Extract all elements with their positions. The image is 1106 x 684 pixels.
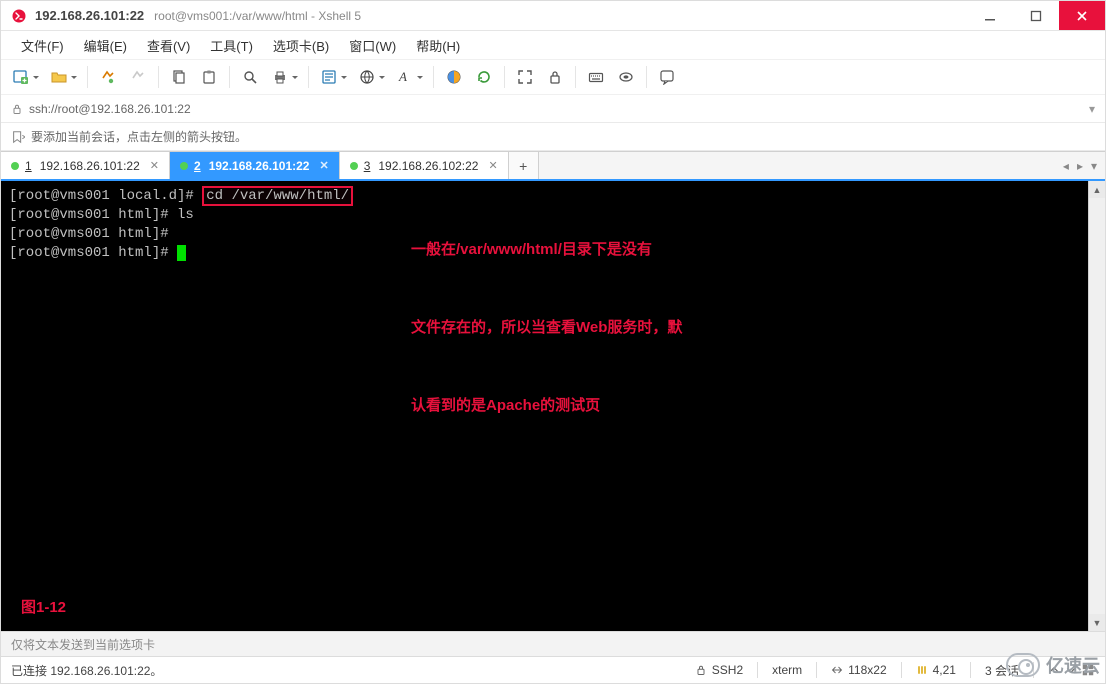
disconnect-button[interactable] [124,63,152,91]
annotation-text: 一般在/var/www/html/目录下是没有 文件存在的，所以当查看Web服务… [411,185,682,471]
tab-number: 2 [194,159,201,173]
refresh-button[interactable] [470,63,498,91]
tab-number: 1 [25,159,32,173]
properties-button[interactable] [315,63,351,91]
new-session-button[interactable] [7,63,43,91]
menu-edit[interactable]: 编辑(E) [74,32,137,59]
tab-session-2[interactable]: 2 192.168.26.101:22 ✕ [170,152,340,179]
toolbar-separator [87,66,88,88]
cursor-pos-icon [916,664,928,676]
paste-button[interactable] [195,63,223,91]
new-tab-button[interactable]: + [509,152,539,179]
tab-bar: 1 192.168.26.101:22 ✕ 2 192.168.26.101:2… [1,151,1105,181]
find-button[interactable] [236,63,264,91]
svg-text:A: A [398,69,407,84]
status-cursor-pos: 4,21 [933,663,956,677]
menu-tools[interactable]: 工具(T) [200,32,263,59]
tab-label: 192.168.26.101:22 [209,159,310,173]
compose-placeholder: 仅将文本发送到当前选项卡 [11,638,155,652]
terminal[interactable]: [root@vms001 local.d]# cd /var/www/html/… [1,181,1088,631]
address-url: ssh://root@192.168.26.101:22 [29,102,191,116]
watermark-logo-icon [1006,653,1040,677]
reconnect-button[interactable] [94,63,122,91]
tab-label: 192.168.26.101:22 [40,159,140,173]
tab-close-icon[interactable]: ✕ [488,159,497,172]
minimize-button[interactable] [967,1,1013,30]
lock-icon [11,103,23,115]
toolbar-separator [433,66,434,88]
size-icon [831,664,843,676]
maximize-button[interactable] [1013,1,1059,30]
term-line: [root@vms001 html]# [9,245,177,261]
status-dot-icon [11,162,19,170]
status-protocol: SSH2 [712,663,743,677]
menu-window[interactable]: 窗口(W) [339,32,406,59]
term-highlighted-command: cd /var/www/html/ [202,186,353,206]
address-dropdown-icon[interactable]: ▾ [1089,102,1095,116]
toolbar: A [1,59,1105,95]
hint-bar: 要添加当前会话，点击左侧的箭头按钮。 [1,123,1105,151]
tab-session-3[interactable]: 3 192.168.26.102:22 ✕ [340,152,509,179]
fullscreen-button[interactable] [511,63,539,91]
menu-view[interactable]: 查看(V) [137,32,200,59]
status-connection: 已连接 192.168.26.101:22。 [11,662,162,679]
tab-next-icon[interactable]: ▸ [1077,159,1083,173]
lock-button[interactable] [541,63,569,91]
tab-label: 192.168.26.102:22 [378,159,478,173]
watermark: 亿速云 [1006,652,1100,678]
toolbar-separator [575,66,576,88]
menu-help[interactable]: 帮助(H) [406,32,470,59]
copy-button[interactable] [165,63,193,91]
window-subtitle: root@vms001:/var/www/html - Xshell 5 [154,9,361,23]
open-session-button[interactable] [45,63,81,91]
close-button[interactable] [1059,1,1105,30]
menu-tab[interactable]: 选项卡(B) [263,32,339,59]
tunnel-button[interactable] [612,63,640,91]
tab-close-icon[interactable]: ✕ [150,159,159,172]
term-line: [root@vms001 html]# [9,226,169,242]
tab-list-icon[interactable]: ▾ [1091,159,1097,173]
menubar: 文件(F) 编辑(E) 查看(V) 工具(T) 选项卡(B) 窗口(W) 帮助(… [1,31,1105,59]
language-button[interactable] [353,63,389,91]
tab-session-1[interactable]: 1 192.168.26.101:22 ✕ [1,152,170,179]
toolbar-separator [646,66,647,88]
lock-icon [695,664,707,676]
vertical-scrollbar[interactable]: ▲ ▼ [1088,181,1105,631]
help-button[interactable] [653,63,681,91]
watermark-text: 亿速云 [1046,652,1100,678]
scroll-up-icon[interactable]: ▲ [1089,181,1105,198]
titlebar: 192.168.26.101:22 root@vms001:/var/www/h… [1,1,1105,31]
scroll-down-icon[interactable]: ▼ [1089,614,1105,631]
tab-close-icon[interactable]: ✕ [319,159,328,172]
status-dot-icon [350,162,358,170]
hint-text: 要添加当前会话，点击左侧的箭头按钮。 [31,128,247,145]
status-dot-icon [180,162,188,170]
status-termsize: 118x22 [848,663,886,677]
toolbar-separator [308,66,309,88]
app-icon [11,8,27,24]
toolbar-separator [504,66,505,88]
terminal-viewport: [root@vms001 local.d]# cd /var/www/html/… [1,181,1105,631]
scroll-track[interactable] [1089,198,1105,614]
cursor-icon [177,245,186,261]
tab-nav: ◂ ▸ ▾ [1055,152,1105,179]
keyboard-button[interactable] [582,63,610,91]
bookmark-arrow-icon[interactable] [11,130,25,144]
toolbar-separator [229,66,230,88]
compose-bar[interactable]: 仅将文本发送到当前选项卡 [1,631,1105,657]
status-bar: 已连接 192.168.26.101:22。 SSH2 xterm 118x22… [1,657,1105,683]
tab-number: 3 [364,159,371,173]
font-button[interactable]: A [391,63,427,91]
address-bar[interactable]: ssh://root@192.168.26.101:22 ▾ [1,95,1105,123]
term-line: [root@vms001 html]# ls [9,207,194,223]
window-title: 192.168.26.101:22 [35,8,144,23]
status-termtype: xterm [772,663,802,677]
print-button[interactable] [266,63,302,91]
color-scheme-button[interactable] [440,63,468,91]
toolbar-separator [158,66,159,88]
figure-label: 图1-12 [21,595,66,621]
term-prompt: [root@vms001 local.d]# [9,188,194,204]
tab-prev-icon[interactable]: ◂ [1063,159,1069,173]
menu-file[interactable]: 文件(F) [11,32,74,59]
